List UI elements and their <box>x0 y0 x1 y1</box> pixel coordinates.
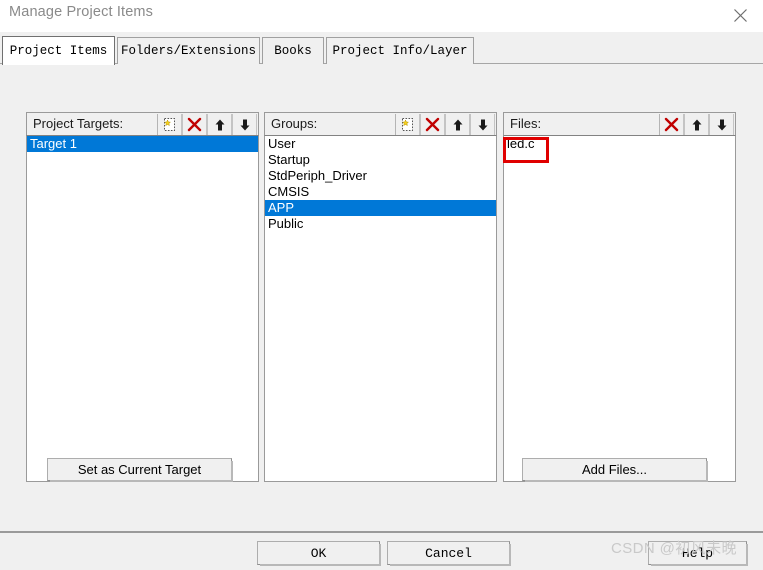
project-targets-list[interactable]: Target 1 <box>26 135 259 482</box>
button-label: Set as Current Target <box>77 462 202 477</box>
groups-toolbar <box>395 114 495 135</box>
button-shadow <box>50 480 233 482</box>
add-files-button[interactable]: Add Files... <box>522 458 708 482</box>
button-shadow <box>390 564 511 566</box>
list-item[interactable]: Public <box>265 216 496 232</box>
project-targets-label: Project Targets: <box>33 116 124 131</box>
project-targets-panel: Project Targets: Target 1 <box>26 112 259 482</box>
move-up-icon[interactable] <box>445 114 470 135</box>
move-down-icon[interactable] <box>232 114 257 135</box>
button-shadow <box>260 564 381 566</box>
dialog-body: Project Items Folders/Extensions Books P… <box>0 32 763 570</box>
cancel-button[interactable]: Cancel <box>387 541 511 566</box>
button-shadow <box>379 544 381 566</box>
set-as-current-target-button[interactable]: Set as Current Target <box>47 458 233 482</box>
tab-label: Folders/Extensions <box>120 44 257 58</box>
list-item[interactable]: led.c <box>504 136 735 152</box>
delete-icon[interactable] <box>182 114 207 135</box>
groups-list[interactable]: User Startup StdPeriph_Driver CMSIS APP … <box>264 135 497 482</box>
tab-strip: Project Items Folders/Extensions Books P… <box>0 36 763 65</box>
button-shadow <box>525 480 708 482</box>
ok-button[interactable]: OK <box>257 541 381 566</box>
list-item[interactable]: User <box>265 136 496 152</box>
files-panel: Files: led.c <box>503 112 736 482</box>
close-icon[interactable] <box>717 0 763 31</box>
list-item[interactable]: Target 1 <box>27 136 258 152</box>
button-shadow <box>746 544 748 566</box>
list-item[interactable]: StdPeriph_Driver <box>265 168 496 184</box>
delete-icon[interactable] <box>659 114 684 135</box>
tab-project-info-layer[interactable]: Project Info/Layer <box>326 37 474 64</box>
files-label: Files: <box>510 116 542 131</box>
manage-project-items-dialog: Manage Project Items Project Items Folde… <box>0 0 763 570</box>
button-shadow <box>509 544 511 566</box>
groups-label: Groups: <box>271 116 318 131</box>
project-targets-header: Project Targets: <box>26 112 259 135</box>
window-title: Manage Project Items <box>9 4 154 20</box>
groups-panel: Groups: User Startup StdPeriph_Driver CM… <box>264 112 497 482</box>
list-item[interactable]: APP <box>265 200 496 216</box>
button-label: OK <box>310 545 327 561</box>
tab-label: Project Items <box>9 44 108 58</box>
button-label: Add Files... <box>581 462 648 477</box>
new-item-icon[interactable] <box>157 114 182 135</box>
list-item[interactable]: CMSIS <box>265 184 496 200</box>
csdn-watermark: CSDN @初风未晚 <box>611 540 737 557</box>
move-down-icon[interactable] <box>709 114 734 135</box>
tab-project-items[interactable]: Project Items <box>2 36 115 65</box>
delete-icon[interactable] <box>420 114 445 135</box>
tab-books[interactable]: Books <box>262 37 324 64</box>
tab-label: Project Info/Layer <box>332 44 468 58</box>
list-item[interactable]: Startup <box>265 152 496 168</box>
project-targets-toolbar <box>157 114 257 135</box>
move-up-icon[interactable] <box>207 114 232 135</box>
new-item-icon[interactable] <box>395 114 420 135</box>
tab-folders-extensions[interactable]: Folders/Extensions <box>117 37 260 64</box>
button-shadow <box>231 461 233 482</box>
files-list[interactable]: led.c <box>503 135 736 482</box>
button-label: Cancel <box>425 545 472 561</box>
move-up-icon[interactable] <box>684 114 709 135</box>
files-header: Files: <box>503 112 736 135</box>
move-down-icon[interactable] <box>470 114 495 135</box>
files-toolbar <box>659 114 734 135</box>
button-shadow <box>706 461 708 482</box>
button-shadow <box>651 564 748 566</box>
tab-label: Books <box>274 44 312 58</box>
groups-header: Groups: <box>264 112 497 135</box>
title-bar: Manage Project Items <box>0 0 763 32</box>
